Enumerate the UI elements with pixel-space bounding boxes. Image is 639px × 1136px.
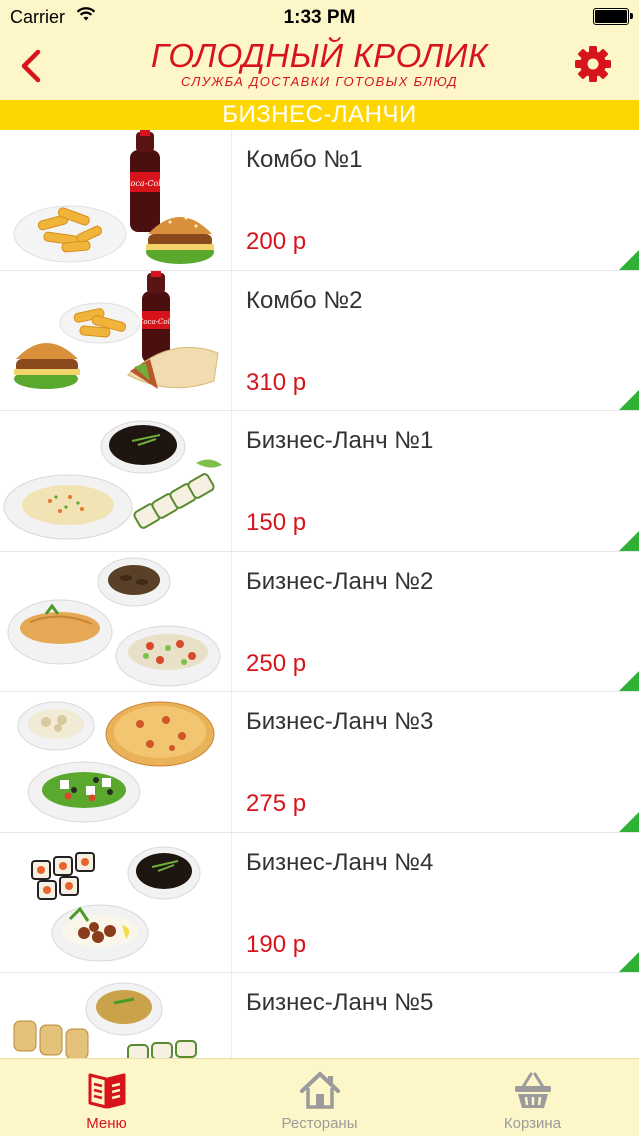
item-title: Бизнес-Ланч №1 (246, 427, 434, 454)
clock: 1:33 PM (283, 7, 356, 28)
item-title: Бизнес-Ланч №3 (246, 708, 434, 735)
menu-list[interactable]: Coca-Cola Комбо №1 200 р Coca-Cola Комбо… (0, 130, 639, 1058)
tab-restaurants[interactable]: Рестораны (213, 1059, 426, 1136)
item-image: Coca-Cola (0, 130, 232, 270)
tab-label: Меню (86, 1115, 127, 1132)
item-price: 275 р (246, 790, 307, 817)
status-bar: Carrier 1:33 PM (0, 0, 639, 36)
corner-triangle-icon (619, 811, 639, 832)
item-price: 190 р (246, 930, 307, 958)
menu-book-icon (88, 1073, 125, 1109)
tab-label: Рестораны (281, 1115, 358, 1132)
svg-text:Coca-Cola: Coca-Cola (124, 179, 165, 188)
menu-item[interactable]: Бизнес-Ланч №5 (0, 973, 639, 1058)
item-title: Бизнес-Ланч №2 (246, 567, 434, 595)
tab-bar: Меню Рестораны Корзина (0, 1058, 639, 1136)
brand-tagline: СЛУЖБА ДОСТАВКИ ГОТОВЫХ БЛЮД (181, 74, 458, 89)
menu-item[interactable]: Бизнес-Ланч №4 190 р (0, 832, 639, 973)
chevron-left-icon (21, 49, 41, 83)
menu-item[interactable]: Coca-Cola Комбо №1 200 р (0, 130, 639, 271)
menu-item[interactable]: Бизнес-Ланч №3 275 р (0, 692, 639, 833)
menu-item[interactable]: Бизнес-Ланч №2 250 р (0, 551, 639, 692)
battery-icon (593, 8, 633, 25)
svg-text:Coca-Cola: Coca-Cola (138, 318, 174, 326)
tab-menu[interactable]: Меню (0, 1059, 213, 1136)
item-title: Комбо №2 (246, 286, 363, 314)
nav-bar: ГОЛОДНЫЙ КРОЛИК СЛУЖБА ДОСТАВКИ ГОТОВЫХ … (0, 36, 639, 100)
menu-item[interactable]: Бизнес-Ланч №1 150 р (0, 411, 639, 552)
brand-logo: ГОЛОДНЫЙ КРОЛИК СЛУЖБА ДОСТАВКИ ГОТОВЫХ … (0, 36, 639, 89)
brand-name: ГОЛОДНЫЙ КРОЛИК (151, 37, 488, 74)
house-icon (299, 1072, 340, 1109)
item-price: 310 р (246, 368, 307, 396)
menu-item[interactable]: Coca-Cola Комбо №2 310 р (0, 270, 639, 411)
gear-icon (575, 46, 611, 82)
item-price: 250 р (246, 649, 307, 677)
item-image (0, 832, 232, 972)
item-title: Комбо №1 (246, 146, 363, 173)
tab-cart[interactable]: Корзина (426, 1059, 639, 1136)
corner-triangle-icon (619, 390, 639, 410)
item-title: Бизнес-Ланч №5 (246, 989, 434, 1016)
section-header: БИЗНЕС-ЛАНЧИ (0, 100, 639, 130)
tab-label: Корзина (503, 1115, 562, 1132)
item-price: 150 р (246, 509, 307, 536)
settings-button[interactable] (573, 44, 613, 84)
item-price: 200 р (246, 228, 307, 255)
item-image (0, 411, 232, 551)
back-button[interactable] (14, 44, 48, 88)
item-title: Бизнес-Ланч №4 (246, 848, 434, 876)
item-image (0, 973, 232, 1058)
item-image (0, 692, 232, 832)
corner-triangle-icon (619, 249, 639, 270)
basket-icon (514, 1072, 551, 1108)
corner-triangle-icon (619, 952, 639, 972)
item-image (0, 551, 232, 691)
item-image: Coca-Cola (0, 270, 232, 410)
corner-triangle-icon (619, 671, 639, 691)
corner-triangle-icon (619, 530, 639, 551)
